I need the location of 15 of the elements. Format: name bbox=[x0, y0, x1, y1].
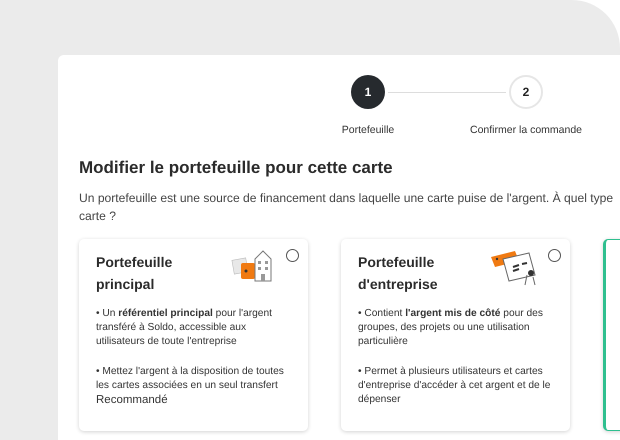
wallet-option-card[interactable] bbox=[79, 238, 308, 430]
recommended-label: Recommandé bbox=[96, 392, 169, 408]
step-label: Portefeuille bbox=[342, 123, 394, 138]
step-label: Confirmer la commande bbox=[470, 123, 582, 138]
bullet-text: • Contient l'argent mis de côté pour des groupes, des projets ou une utilisation particulière bbox=[358, 306, 544, 348]
bullet-text: • Mettez l'argent à la disposition de toutes les cartes associées en un seul transfert bbox=[96, 364, 285, 392]
bullet-text: • Un référentiel principal pour l'argent transféré à Soldo, accessible aux utilisateurs de toute l'entreprise bbox=[96, 306, 273, 348]
wallet-option-card[interactable] bbox=[341, 238, 570, 430]
radio-button[interactable] bbox=[286, 248, 299, 262]
description: Un portefeuille est une source de financement dans laquelle une carte puise de l'argent. À quel type carte ? bbox=[79, 190, 614, 224]
heading: Modifier le portefeuille pour cette carte bbox=[79, 157, 394, 179]
bullet-text: • Permet à plusieurs utilisateurs et cartes d'entreprise d'accéder à cet argent et de le dépenser bbox=[358, 364, 552, 406]
radio-button[interactable] bbox=[548, 248, 561, 262]
card-title: Portefeuille d'entreprise bbox=[358, 252, 439, 294]
card-title: Portefeuille principal bbox=[96, 252, 174, 294]
